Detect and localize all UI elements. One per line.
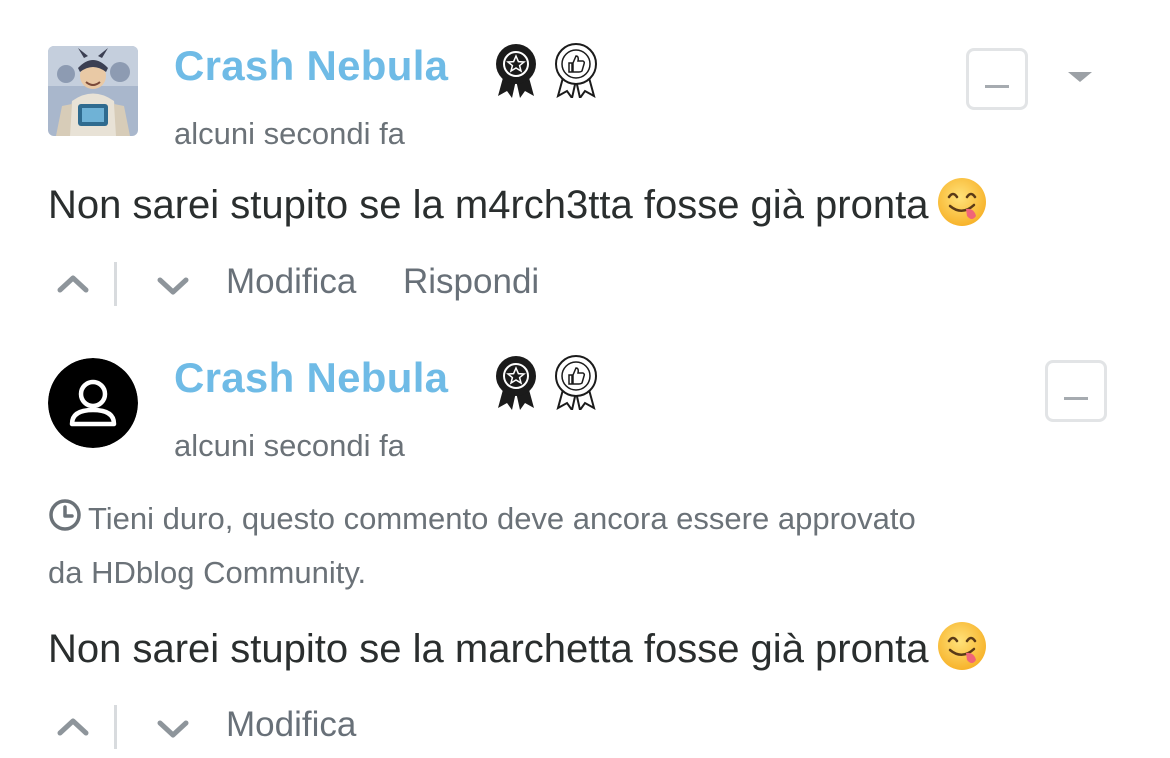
comment-timestamp[interactable]: alcuni secondi fa [174,428,405,464]
chevron-down-icon[interactable] [148,703,198,753]
comment-actions: Modifica Rispondi [48,260,748,310]
author-name[interactable]: Crash Nebula [174,354,448,402]
pending-approval-notice: Tieni duro, questo commento deve ancora … [48,492,948,600]
comment-actions: Modifica [48,703,748,753]
edit-button[interactable]: Modifica [226,262,356,302]
user-icon [48,358,138,448]
star-ribbon-badge[interactable] [496,356,536,410]
comment-text: Non sarei stupito se la m4rch3tta fosse … [48,183,929,227]
comment-body: Non sarei stupito se la m4rch3tta fosse … [48,176,988,228]
clock-icon [49,499,81,531]
star-ribbon-badge[interactable] [496,44,536,98]
comment: Crash Nebula alcuni secondi fa Tieni dur… [0,320,1170,758]
comment-timestamp[interactable]: alcuni secondi fa [174,116,405,152]
comment-text: Non sarei stupito se la marchetta fosse … [48,627,929,671]
avatar[interactable] [48,358,138,448]
chevron-up-icon[interactable] [48,703,98,753]
chevron-down-icon[interactable] [1068,72,1092,82]
chevron-down-icon[interactable] [148,260,198,310]
badge-group [492,42,602,101]
thumbs-up-ribbon-badge[interactable] [555,43,597,101]
avatar[interactable] [48,46,138,136]
collapse-button[interactable] [1045,360,1107,422]
comment-body: Non sarei stupito se la marchetta fosse … [48,620,988,672]
chevron-up-icon[interactable] [48,260,98,310]
edit-button[interactable]: Modifica [226,705,356,745]
thumbs-up-ribbon-badge[interactable] [555,355,597,413]
yummy-face-emoji-icon [938,178,987,226]
vote-divider [114,262,117,306]
author-name[interactable]: Crash Nebula [174,42,448,90]
badge-group [492,354,602,413]
comment: Crash Nebula alcuni secondi fa Non sarei… [0,0,1170,320]
reply-button[interactable]: Rispondi [403,262,539,302]
vote-divider [114,705,117,749]
collapse-button[interactable] [966,48,1028,110]
pending-notice-text: Tieni duro, questo commento deve ancora … [48,501,916,590]
yummy-face-emoji-icon [938,622,987,670]
